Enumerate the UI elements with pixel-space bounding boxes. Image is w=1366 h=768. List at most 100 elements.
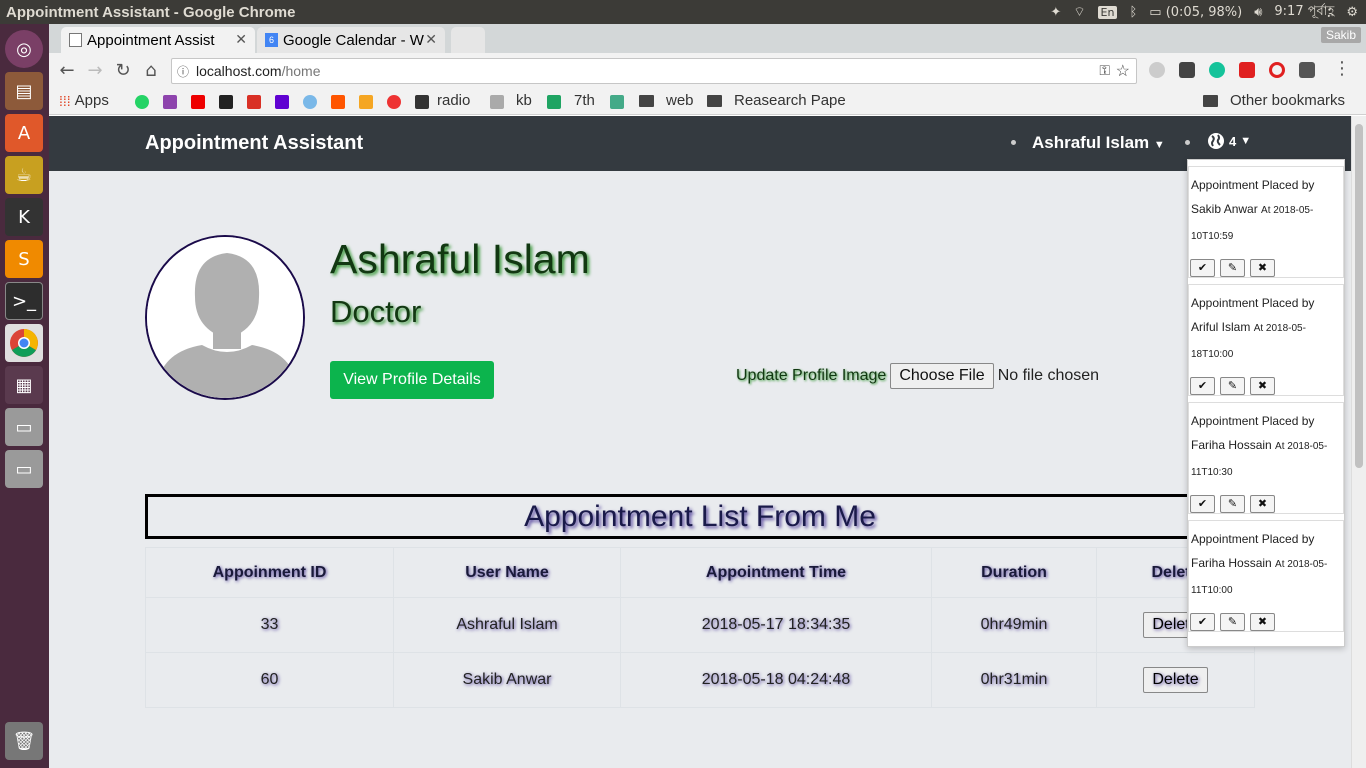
bookmark-label: kb: [516, 92, 532, 109]
bookmark-folder-research[interactable]: Reasearch Pape: [707, 92, 846, 109]
close-icon[interactable]: ✕: [235, 31, 247, 48]
gmail-icon[interactable]: [247, 95, 261, 109]
scrollbar-thumb[interactable]: [1355, 124, 1363, 468]
bookmark-icon-13[interactable]: [610, 95, 624, 109]
extension-icon[interactable]: [1149, 62, 1165, 78]
profile-image-upload: Update Profile Image Choose File No file…: [736, 361, 1099, 391]
kde-connect-icon[interactable]: K: [5, 198, 43, 236]
sublime-text-icon[interactable]: S: [5, 240, 43, 278]
evernote-icon[interactable]: [1299, 62, 1315, 78]
bookmark-folder-web[interactable]: web: [639, 92, 694, 109]
site-brand[interactable]: Appointment Assistant: [145, 132, 363, 155]
cell-user: Sakib Anwar: [393, 652, 621, 708]
view-profile-button[interactable]: View Profile Details: [330, 361, 494, 399]
dash-home-icon[interactable]: ◎: [5, 30, 43, 68]
page-scrollbar[interactable]: [1351, 116, 1366, 768]
notification-actions: ✔ ✎ ✖: [1190, 495, 1275, 513]
nav-bullet: [1185, 140, 1190, 145]
bluetooth-icon[interactable]: ᛒ: [1129, 5, 1137, 20]
back-icon[interactable]: ←: [57, 61, 77, 81]
bookmark-folder-other[interactable]: Other bookmarks: [1203, 92, 1345, 109]
browser-toolbar: ← → ↻ ⌂ ⓘ localhost.com/home ⚿ ☆ ⋮: [49, 53, 1366, 88]
edit-button[interactable]: ✎: [1220, 377, 1245, 395]
keyboard-layout-indicator[interactable]: En: [1097, 5, 1118, 19]
bookmark-icon-11[interactable]: [415, 95, 429, 109]
gear-icon[interactable]: ⚙: [1346, 5, 1358, 20]
edit-button[interactable]: ✎: [1220, 613, 1245, 631]
files-icon[interactable]: ▤: [5, 72, 43, 110]
close-icon[interactable]: ✕: [425, 31, 437, 48]
info-icon[interactable]: ⓘ: [177, 63, 189, 80]
bookmark-icon-kb[interactable]: [490, 95, 504, 109]
bookmarks-bar: ⁞⁞⁞ Apps radio kb 7th web Reasearch Pape …: [49, 88, 1366, 115]
address-bar[interactable]: ⓘ localhost.com/home ⚿ ☆: [171, 58, 1137, 84]
dropbox-icon[interactable]: ✦: [1050, 5, 1061, 20]
youtube-icon[interactable]: [191, 95, 205, 109]
bookmark-icon-10[interactable]: [387, 95, 401, 109]
grammarly-icon[interactable]: [1209, 62, 1225, 78]
drive-icon[interactable]: ▭: [5, 408, 43, 446]
edit-button[interactable]: ✎: [1220, 259, 1245, 277]
home-icon[interactable]: ⌂: [141, 61, 161, 81]
app-launcher: ◎ ▤ A ☕ K S >_ ▦ ▭ ▭ 🗑︎: [0, 24, 49, 768]
video-icon[interactable]: [1239, 62, 1255, 78]
tab-appointment-assistant[interactable]: Appointment Assist ✕: [61, 27, 255, 53]
notifications-dropdown[interactable]: 4 ▼: [1207, 132, 1251, 150]
terminal-icon[interactable]: >_: [5, 282, 43, 320]
reject-button[interactable]: ✖: [1250, 495, 1275, 513]
reject-button[interactable]: ✖: [1250, 377, 1275, 395]
key-icon[interactable]: ⚿: [1099, 62, 1110, 79]
pocket-icon[interactable]: [1179, 62, 1195, 78]
choose-file-button[interactable]: Choose File: [890, 363, 994, 389]
software-center-icon[interactable]: A: [5, 114, 43, 152]
accept-button[interactable]: ✔: [1190, 613, 1215, 631]
profile-chip[interactable]: Sakib: [1320, 27, 1361, 43]
whatsapp-icon[interactable]: [135, 95, 149, 109]
reload-icon[interactable]: ↻: [113, 61, 133, 81]
volume-icon[interactable]: 🔊︎: [1254, 5, 1262, 20]
drive-icon-2[interactable]: ▭: [5, 450, 43, 488]
clock[interactable]: 9:17 পূর্বাহ্ণ: [1274, 2, 1334, 23]
bookmark-apps[interactable]: ⁞⁞⁞ Apps: [59, 92, 109, 109]
accept-button[interactable]: ✔: [1190, 377, 1215, 395]
cell-time: 2018-05-18 04:24:48: [620, 652, 932, 708]
bookmark-label: Other bookmarks: [1230, 92, 1346, 109]
cell-user: Ashraful Islam: [393, 597, 621, 653]
yahoo-icon[interactable]: [275, 95, 289, 109]
workspace-switcher-icon[interactable]: ▦: [5, 366, 43, 404]
accept-button[interactable]: ✔: [1190, 495, 1215, 513]
bookmark-radio[interactable]: radio: [437, 92, 470, 109]
menu-icon[interactable]: ⋮: [1333, 58, 1351, 79]
edit-button[interactable]: ✎: [1220, 495, 1245, 513]
teapot-app-icon[interactable]: ☕: [5, 156, 43, 194]
reject-button[interactable]: ✖: [1250, 259, 1275, 277]
new-tab-button[interactable]: [451, 27, 485, 53]
table-row: 60 Sakib Anwar 2018-05-18 04:24:48 0hr31…: [145, 652, 1255, 708]
wifi-icon[interactable]: ⌔: [1073, 4, 1085, 20]
accept-button[interactable]: ✔: [1190, 259, 1215, 277]
trash-icon[interactable]: 🗑︎: [5, 722, 43, 760]
tab-google-calendar[interactable]: 6 Google Calendar - W ✕: [257, 27, 445, 53]
bookmark-icon-4[interactable]: [219, 95, 233, 109]
bookmark-icon-7[interactable]: [303, 95, 317, 109]
soundcloud-icon[interactable]: [331, 95, 345, 109]
media-icon[interactable]: [163, 95, 177, 109]
drive-bookmark-icon[interactable]: [547, 95, 561, 109]
notification-actions: ✔ ✎ ✖: [1190, 259, 1275, 277]
chrome-icon[interactable]: [5, 324, 43, 362]
window-title: Appointment Assistant - Google Chrome: [6, 3, 296, 21]
upload-label: Update Profile Image: [736, 367, 887, 384]
user-dropdown[interactable]: Ashraful Islam ▼: [1032, 133, 1165, 153]
reject-button[interactable]: ✖: [1250, 613, 1275, 631]
battery-indicator[interactable]: ▭ (0:05, 98%): [1149, 5, 1242, 20]
forward-icon[interactable]: →: [85, 61, 105, 81]
table-row: 33 Ashraful Islam 2018-05-17 18:34:35 0h…: [145, 597, 1255, 653]
delete-button[interactable]: Delete: [1143, 667, 1208, 693]
bookmark-kb[interactable]: kb: [516, 92, 532, 109]
profile-name: Ashraful Islam: [330, 236, 590, 282]
star-icon[interactable]: ☆: [1116, 61, 1130, 81]
bookmark-7th[interactable]: 7th: [574, 92, 595, 109]
os-top-panel: Appointment Assistant - Google Chrome ✦ …: [0, 0, 1366, 24]
opera-icon[interactable]: [1269, 62, 1285, 78]
bookmark-icon-9[interactable]: [359, 95, 373, 109]
